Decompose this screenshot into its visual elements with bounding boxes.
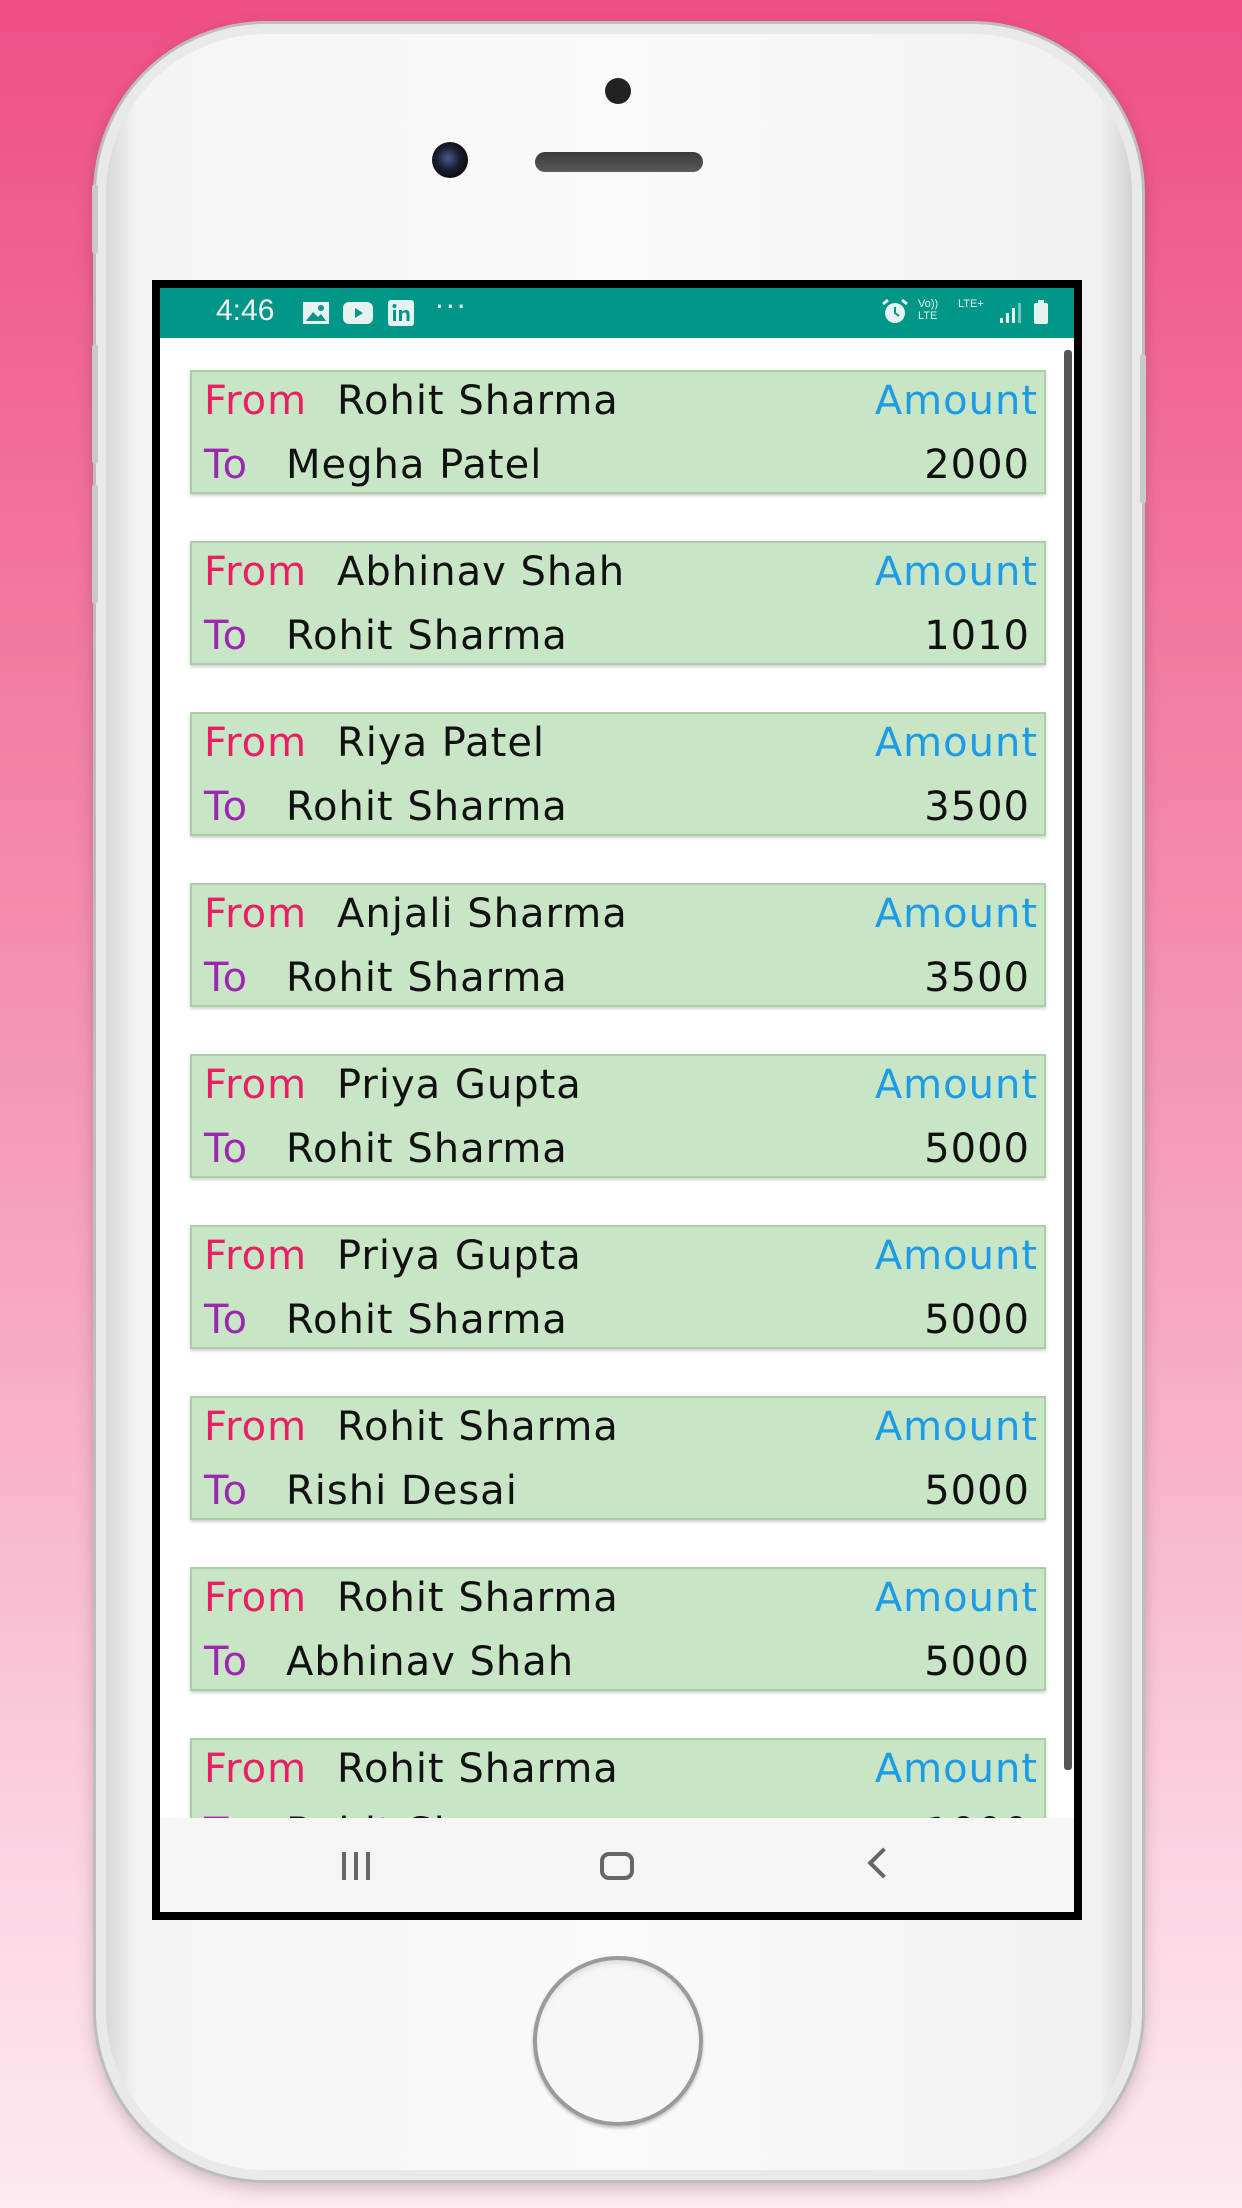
power-button — [1140, 354, 1146, 504]
to-label: To — [204, 955, 249, 1001]
amount-label: Amount — [874, 1575, 1038, 1621]
transaction-card[interactable]: From Priya Gupta Amount To Rohit Sharma 5000 — [190, 1054, 1046, 1178]
gallery-icon — [303, 302, 329, 324]
proximity-sensor — [605, 78, 631, 104]
volume-up-button — [92, 344, 98, 464]
linkedin-icon — [388, 300, 414, 326]
from-label: From — [204, 1746, 308, 1792]
sender-name: Abhinav Shah — [337, 549, 626, 595]
receiver-name: Rohit Sharma — [286, 1126, 568, 1172]
receiver-name: Rohit Sharma — [286, 613, 568, 659]
sender-name: Rohit Sharma — [337, 1746, 619, 1792]
amount-label: Amount — [874, 720, 1038, 766]
alarm-icon — [880, 298, 910, 326]
amount-label: Amount — [874, 1404, 1038, 1450]
amount-label: Amount — [874, 891, 1038, 937]
to-label: To — [204, 442, 249, 488]
sender-name: Priya Gupta — [337, 1233, 582, 1279]
status-bar: 4:46 ··· Vo)) LTE LTE+ — [160, 288, 1074, 338]
amount-label: Amount — [874, 378, 1038, 424]
transaction-card[interactable]: From Rohit Sharma Amount To Megha Patel 2000 — [190, 370, 1046, 494]
transaction-card[interactable]: From Riya Patel Amount To Rohit Sharma 3500 — [190, 712, 1046, 836]
front-camera — [432, 142, 468, 178]
navigation-bar — [160, 1818, 1074, 1912]
home-icon[interactable] — [600, 1852, 634, 1880]
amount-label: Amount — [874, 1062, 1038, 1108]
sender-name: Rohit Sharma — [337, 1404, 619, 1450]
to-label: To — [204, 784, 249, 830]
more-notifications-icon: ··· — [435, 290, 468, 323]
amount-value: 3500 — [924, 784, 1030, 830]
from-label: From — [204, 1404, 308, 1450]
receiver-name: Rohit Sharma — [286, 955, 568, 1001]
side-button-left — [92, 184, 98, 254]
amount-value: 1010 — [924, 613, 1030, 659]
amount-label: Amount — [874, 1233, 1038, 1279]
from-label: From — [204, 549, 308, 595]
scrollbar[interactable] — [1064, 350, 1072, 1770]
receiver-name: Rishi Desai — [286, 1468, 518, 1514]
signal-icon — [998, 298, 1024, 326]
lte-icon: LTE+ — [958, 298, 984, 310]
status-time: 4:46 — [216, 294, 275, 327]
earpiece-speaker — [535, 152, 703, 172]
transaction-card[interactable]: FromRohit SharmaAmountToRohit Sharma1000 — [190, 1738, 1046, 1826]
to-label: To — [204, 1297, 249, 1343]
volte-icon: Vo)) LTE — [918, 298, 939, 322]
sender-name: Riya Patel — [337, 720, 546, 766]
from-label: From — [204, 1233, 308, 1279]
transaction-card[interactable]: From Rohit Sharma Amount To Rishi Desai 5000 — [190, 1396, 1046, 1520]
amount-value: 3500 — [924, 955, 1030, 1001]
volume-down-button — [92, 484, 98, 604]
phone-screen: 4:46 ··· Vo)) LTE LTE+ From Rohit Sharma A… — [152, 280, 1082, 1920]
to-label: To — [204, 613, 249, 659]
transaction-card[interactable]: From Anjali Sharma Amount To Rohit Sharma 350… — [190, 883, 1046, 1007]
amount-value: 5000 — [924, 1126, 1030, 1172]
amount-label: Amount — [874, 1746, 1038, 1792]
transaction-list[interactable]: From Rohit Sharma Amount To Megha Patel 2000 F… — [160, 338, 1074, 1826]
from-label: From — [204, 1575, 308, 1621]
amount-value: 5000 — [924, 1297, 1030, 1343]
from-label: From — [204, 720, 308, 766]
recent-apps-icon[interactable] — [342, 1852, 378, 1880]
sender-name: Anjali Sharma — [337, 891, 628, 937]
battery-icon — [1032, 298, 1050, 326]
back-icon[interactable] — [867, 1847, 899, 1879]
transaction-card[interactable]: From Abhinav Shah Amount To Rohit Sharma 1010 — [190, 541, 1046, 665]
to-label: To — [204, 1468, 249, 1514]
receiver-name: Rohit Sharma — [286, 784, 568, 830]
from-label: From — [204, 1062, 308, 1108]
receiver-name: Rohit Sharma — [286, 1297, 568, 1343]
transaction-card[interactable]: From Priya Gupta Amount To Rohit Sharma 5000 — [190, 1225, 1046, 1349]
sender-name: Priya Gupta — [337, 1062, 582, 1108]
to-label: To — [204, 1639, 249, 1685]
amount-value: 2000 — [924, 442, 1030, 488]
transaction-card[interactable]: From Rohit Sharma Amount To Abhinav Shah 5000 — [190, 1567, 1046, 1691]
to-label: To — [204, 1126, 249, 1172]
youtube-icon — [343, 302, 373, 324]
receiver-name: Megha Patel — [286, 442, 543, 488]
receiver-name: Abhinav Shah — [286, 1639, 575, 1685]
sender-name: Rohit Sharma — [337, 378, 619, 424]
from-label: From — [204, 891, 308, 937]
home-button[interactable] — [533, 1956, 703, 2126]
sender-name: Rohit Sharma — [337, 1575, 619, 1621]
amount-label: Amount — [874, 549, 1038, 595]
from-label: From — [204, 378, 308, 424]
amount-value: 5000 — [924, 1639, 1030, 1685]
amount-value: 5000 — [924, 1468, 1030, 1514]
